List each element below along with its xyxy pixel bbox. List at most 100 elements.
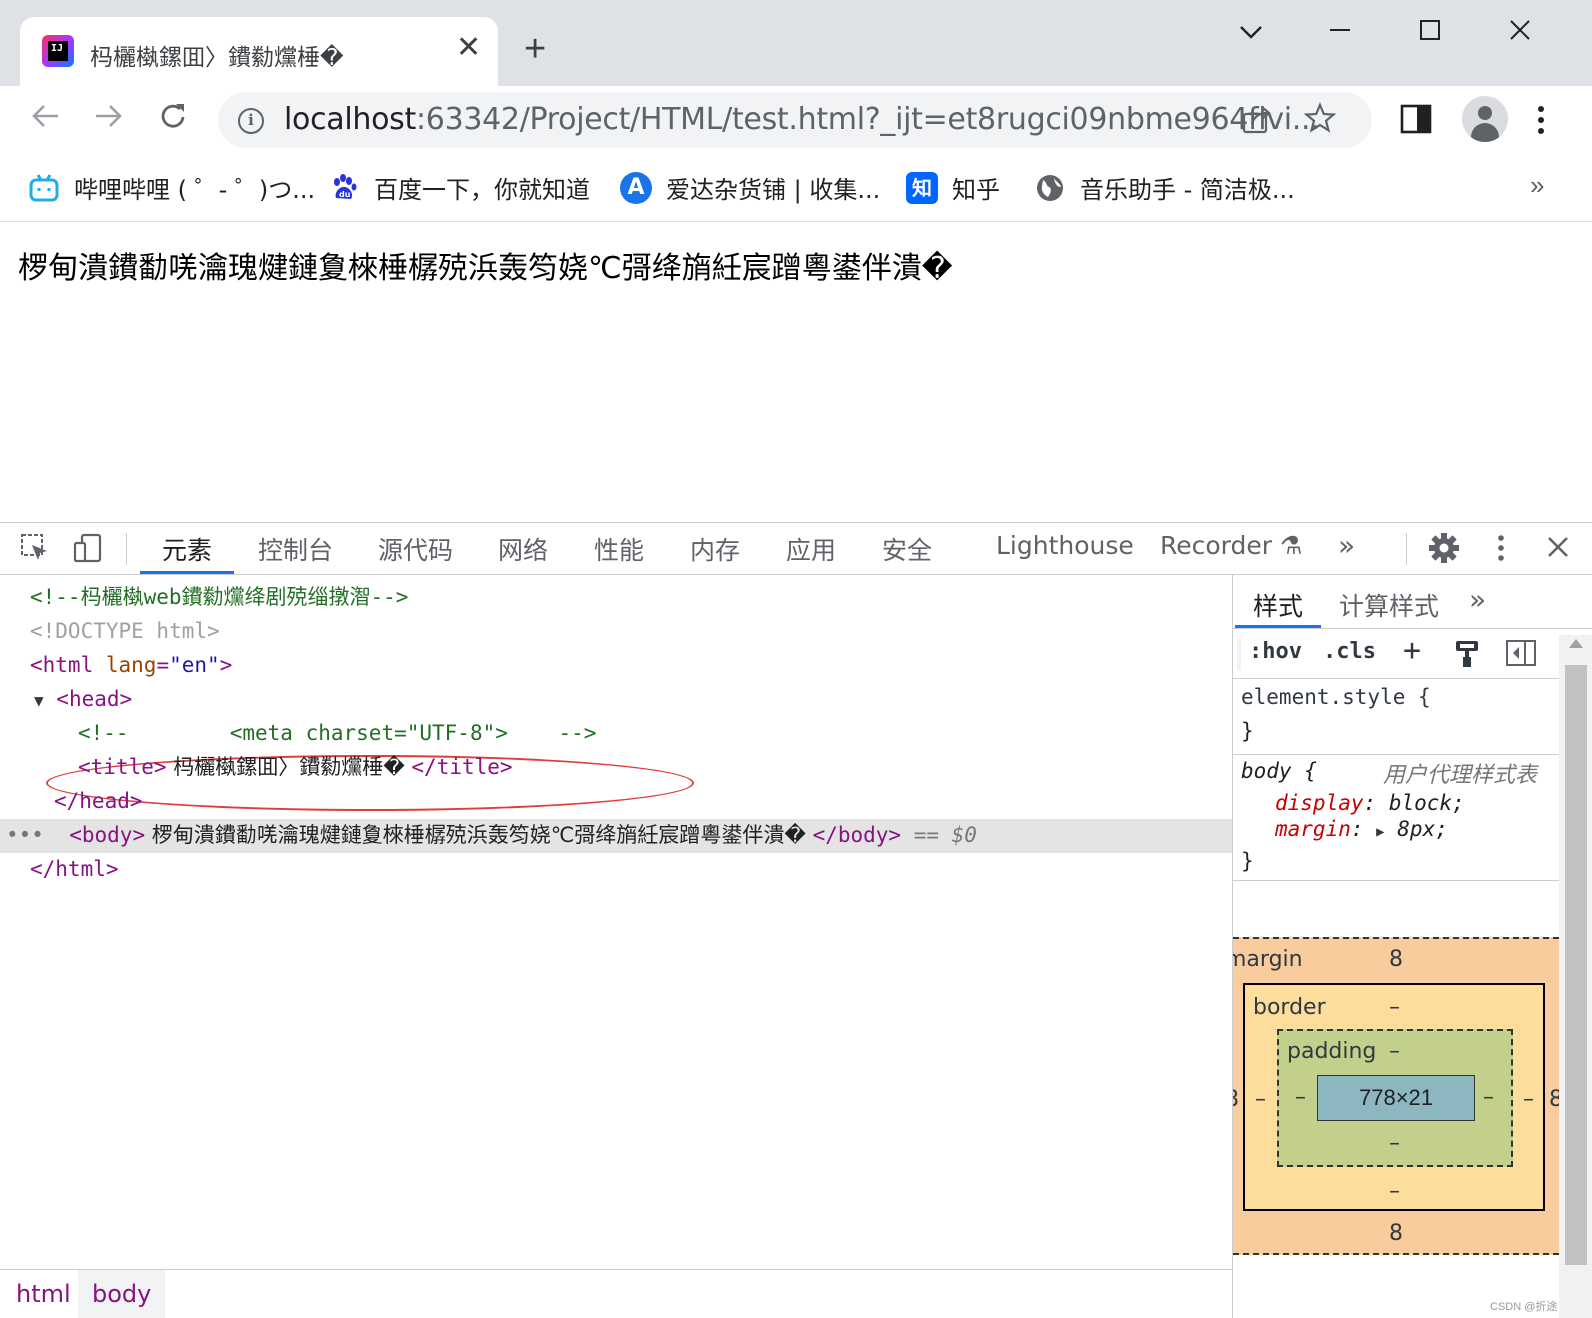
address-bar[interactable]: i localhost:63342/Project/HTML/test.html… [218,92,1372,148]
dom-node-head-close[interactable]: </head> [54,785,143,817]
profile-avatar[interactable] [1462,96,1508,142]
bookmark-label: 知乎 [952,176,1000,204]
tab-performance[interactable]: 性能 [594,531,644,567]
forward-arrow-icon[interactable] [92,100,124,138]
filter-input[interactable] [1237,637,1241,671]
dom-node-comment[interactable]: <!--杩欐槸web鐨勬爣绛剧殑缁撴潪--> [30,581,408,613]
breadcrumb-body[interactable]: body [78,1270,166,1318]
expand-shorthand-icon[interactable]: ▶ [1376,824,1384,840]
tab-recorder[interactable]: Recorder ⚗ [1160,531,1302,560]
maximize-button[interactable] [1418,18,1442,46]
reload-icon[interactable] [156,100,190,140]
tab-network[interactable]: 网络 [498,531,548,567]
close-window-button[interactable] [1508,18,1532,46]
scroll-up-arrow-icon[interactable] [1569,639,1583,648]
element-style-selector[interactable]: element.style { [1241,685,1431,709]
body-selector: body { [1241,759,1317,783]
bookmark-label: 音乐助手 - 简洁极... [1080,176,1295,204]
styles-pane: 样式 计算样式 » :hov .cls + element.style { } … [1232,575,1592,1318]
new-tab-button[interactable]: + [524,30,546,68]
side-panel-icon[interactable] [1400,104,1432,138]
node-actions-ellipsis-icon[interactable]: ••• [6,823,44,847]
padding-top-value[interactable]: – [1389,1039,1400,1064]
device-toolbar-icon[interactable] [72,533,104,568]
tab-elements[interactable]: 元素 [162,531,212,567]
body-rule-close: } [1241,849,1254,873]
border-left-value[interactable]: – [1255,1087,1266,1112]
devtools-menu-kebab-icon[interactable] [1496,533,1506,568]
border-label: border [1253,995,1326,1020]
tab-styles[interactable]: 样式 [1253,587,1303,623]
tab-sources[interactable]: 源代码 [378,531,453,567]
toolbar-divider [126,533,127,565]
padding-right-value[interactable]: – [1483,1085,1494,1110]
devtools-tab-bar: 元素 控制台 源代码 网络 性能 内存 应用 安全 Lighthouse Rec… [0,523,1592,575]
padding-bottom-value[interactable]: – [1389,1131,1400,1156]
bookmark-music[interactable]: 音乐助手 - 简洁极... [1034,170,1295,205]
bookmark-aida[interactable]: A 爱达杂货铺 | 收集... [620,170,880,205]
tab-security[interactable]: 安全 [882,531,932,567]
tab-console[interactable]: 控制台 [258,531,333,567]
bookmark-zhihu[interactable]: 知 知乎 [906,170,1000,205]
menu-kebab-icon[interactable] [1536,104,1546,140]
class-toggle[interactable]: .cls [1323,639,1376,664]
styles-more-chevron-icon[interactable]: » [1469,583,1486,616]
new-rule-plus-icon[interactable]: + [1403,633,1421,668]
expand-triangle-icon[interactable]: ▼ [34,691,44,710]
box-model-padding: padding – – – – 778×21 [1277,1029,1513,1167]
inspect-element-icon[interactable] [20,533,50,568]
bookmark-baidu[interactable]: du 百度一下，你就知道 [328,170,590,205]
border-bottom-value[interactable]: – [1389,1179,1400,1204]
paint-roller-icon[interactable] [1453,639,1481,675]
scrollbar-thumb[interactable] [1565,665,1587,1265]
tab-application[interactable]: 应用 [786,531,836,567]
back-arrow-icon[interactable] [30,100,62,138]
baidu-paw-icon: du [328,172,360,204]
tab-search-chevron-icon[interactable] [1238,18,1264,48]
active-tab-indicator [140,571,234,574]
url-host: localhost [284,102,416,137]
dom-node-meta-comment[interactable]: <!-- <meta charset="UTF-8"> --> [78,717,596,749]
browser-tab[interactable]: IJ 杩欐槸鏍囬〉鐨勬爣棰� ✕ [20,17,498,86]
styles-toolbar: :hov .cls + [1233,629,1559,679]
browser-toolbar: i localhost:63342/Project/HTML/test.html… [0,86,1592,154]
dom-node-head[interactable]: ▼ <head> [34,683,132,715]
styles-scrollbar[interactable] [1559,635,1592,1318]
bookmark-label: 百度一下，你就知道 [374,176,590,204]
breadcrumb-html[interactable]: html [16,1280,71,1308]
tab-computed[interactable]: 计算样式 [1339,587,1439,623]
margin-left-value[interactable]: 8 [1233,1087,1239,1112]
bookmark-star-icon[interactable] [1303,102,1337,140]
dom-node-title[interactable]: <title> 杩欐槸鏍囬〉鐨勬爣棰� </title> [78,751,513,783]
css-property-margin: margin: ▶ 8px; [1275,817,1448,841]
tab-close-icon[interactable]: ✕ [456,33,481,63]
toggle-sidebar-icon[interactable] [1505,639,1537,673]
tab-lighthouse[interactable]: Lighthouse [996,531,1134,560]
body-ua-rule: body { 用户代理样式表 display: block; margin: ▶… [1233,755,1559,881]
bookmarks-more-chevron-icon[interactable]: » [1530,170,1544,201]
margin-label: margin [1232,947,1303,972]
settings-gear-icon[interactable] [1428,532,1460,569]
margin-bottom-value[interactable]: 8 [1389,1221,1403,1246]
toolbar-divider [1406,533,1407,565]
box-model-margin: margin 8 8 8 8 border – – – – padding – … [1232,937,1563,1255]
site-info-icon[interactable]: i [238,108,264,134]
more-tabs-chevron-icon[interactable]: » [1338,529,1355,562]
dom-node-doctype[interactable]: <!DOCTYPE html> [30,615,220,647]
box-model-content-size[interactable]: 778×21 [1317,1075,1475,1121]
dom-node-body[interactable]: ••• <body> 椤甸潰鐨勫唴瀹瑰煡鏈夐棶棰樼殑浜轰笉娆℃彁绛旓紝宸蹭粵鍙伴… [6,819,977,851]
border-right-value[interactable]: – [1523,1087,1534,1112]
hover-state-toggle[interactable]: :hov [1249,639,1302,664]
close-devtools-icon[interactable] [1546,535,1570,564]
share-icon[interactable] [1240,102,1274,142]
margin-top-value[interactable]: 8 [1389,947,1403,972]
dom-node-html-close[interactable]: </html> [30,853,119,885]
padding-left-value[interactable]: – [1295,1085,1306,1110]
minimize-button[interactable] [1328,18,1352,46]
dom-node-html[interactable]: <html lang="en"> [30,649,232,681]
bookmarks-bar: 哔哩哔哩 ( ゜- ゜)つ... du 百度一下，你就知道 A 爱达杂货铺 | … [0,154,1592,222]
bookmark-bilibili[interactable]: 哔哩哔哩 ( ゜- ゜)つ... [28,170,315,205]
tab-memory[interactable]: 内存 [690,531,740,567]
border-top-value[interactable]: – [1389,995,1400,1020]
url-text[interactable]: localhost:63342/Project/HTML/test.html?_… [284,102,1320,137]
